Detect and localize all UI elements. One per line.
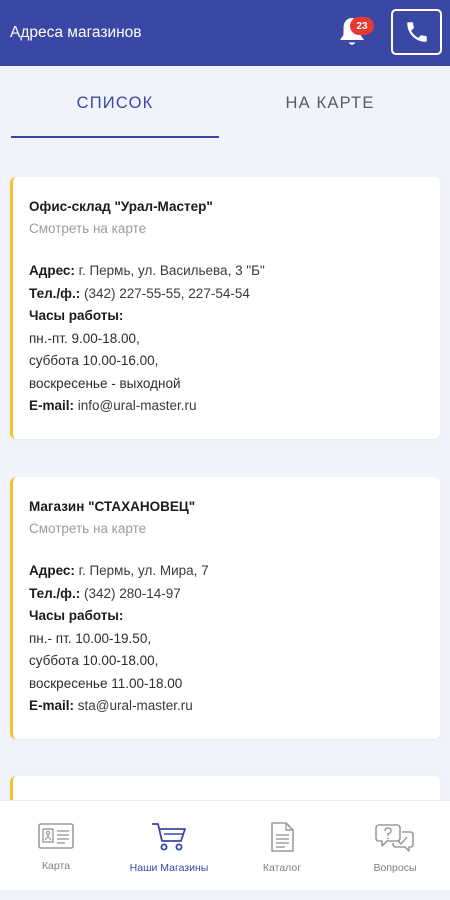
- nav-label: Карта: [41, 860, 71, 872]
- page-title: Адреса магазинов: [10, 24, 142, 41]
- view-on-map-link[interactable]: Смотреть на карте: [29, 221, 440, 237]
- hours-line: суббота 10.00-18.00,: [29, 653, 159, 668]
- email-value[interactable]: info@ural-master.ru: [78, 398, 197, 413]
- question-chat-icon: [375, 824, 414, 852]
- nav-item-map[interactable]: Карта: [0, 801, 112, 891]
- hours-line: пн.- пт. 10.00-19.50,: [29, 630, 152, 646]
- store-address: Адрес: г. Пермь, ул. Мира, 7: [29, 560, 440, 583]
- bottom-strip: [0, 890, 450, 900]
- store-phone: Тел./ф.: (342) 280-14-97: [29, 583, 440, 606]
- address-value: г. Пермь, ул. Васильева, 3 "Б": [78, 263, 265, 278]
- phone-value[interactable]: (342) 227-55-55, 227-54-54: [84, 286, 250, 301]
- bottom-navigation: Карта Наши Магазины Каталог Вопросы: [0, 800, 450, 890]
- nav-label: Вопросы: [373, 862, 417, 874]
- notifications-button[interactable]: 23: [336, 13, 376, 53]
- view-tabs: СПИСОК НА КАРТЕ: [0, 66, 450, 140]
- tab-on-map[interactable]: НА КАРТЕ: [226, 66, 434, 140]
- store-email: E-mail: sta@ural-master.ru: [29, 695, 440, 718]
- store-phone: Тел./ф.: (342) 227-55-55, 227-54-54: [29, 283, 440, 306]
- hours-line: пн.-пт. 9.00-18.00,: [29, 330, 140, 346]
- store-address: Адрес: г. Пермь, ул. Васильева, 3 "Б": [29, 260, 440, 283]
- address-value: г. Пермь, ул. Мира, 7: [78, 563, 209, 578]
- map-card-icon: [38, 823, 74, 849]
- active-tab-indicator: [11, 136, 219, 138]
- tab-list[interactable]: СПИСОК: [11, 66, 219, 140]
- nav-item-questions[interactable]: Вопросы: [339, 801, 450, 891]
- document-icon: [271, 822, 294, 852]
- phone-icon: [406, 22, 427, 42]
- address-label: Адрес:: [29, 563, 75, 578]
- store-name: Офис-склад "Урал-Мастер": [29, 199, 213, 214]
- store-card: Офис-склад "Урал-Мастер" Смотреть на кар…: [10, 177, 440, 439]
- store-card: Магазин "СТАХАНОВЕЦ" Смотреть на карте А…: [10, 477, 440, 739]
- nav-item-shops[interactable]: Наши Магазины: [113, 801, 225, 891]
- phone-label: Тел./ф.:: [29, 285, 81, 301]
- nav-label: Каталог: [262, 862, 302, 874]
- hours-line: воскресенье 11.00-18.00: [29, 675, 183, 691]
- email-value[interactable]: sta@ural-master.ru: [78, 698, 193, 713]
- nav-label: Наши Магазины: [129, 862, 209, 874]
- nav-item-catalog[interactable]: Каталог: [226, 801, 338, 891]
- cart-icon: [152, 823, 186, 851]
- app-bar: Адреса магазинов 23: [0, 0, 450, 66]
- hours-line: суббота 10.00-16.00,: [29, 353, 159, 368]
- store-info: Адрес: г. Пермь, ул. Мира, 7 Тел./ф.: (3…: [29, 560, 440, 718]
- email-label: E-mail:: [29, 698, 75, 713]
- store-name: Магазин "СТАХАНОВЕЦ": [29, 499, 196, 514]
- view-on-map-link[interactable]: Смотреть на карте: [29, 521, 440, 537]
- address-label: Адрес:: [29, 263, 75, 278]
- email-label: E-mail:: [29, 398, 75, 413]
- hours-line: воскресенье - выходной: [29, 375, 181, 391]
- phone-value[interactable]: (342) 280-14-97: [84, 586, 181, 601]
- store-email: E-mail: info@ural-master.ru: [29, 395, 440, 418]
- phone-label: Тел./ф.:: [29, 585, 81, 601]
- hours-label: Часы работы:: [29, 608, 124, 623]
- notification-badge: 23: [350, 17, 374, 35]
- store-info: Адрес: г. Пермь, ул. Васильева, 3 "Б" Те…: [29, 260, 440, 418]
- call-button[interactable]: [391, 9, 442, 55]
- hours-label: Часы работы:: [29, 308, 124, 323]
